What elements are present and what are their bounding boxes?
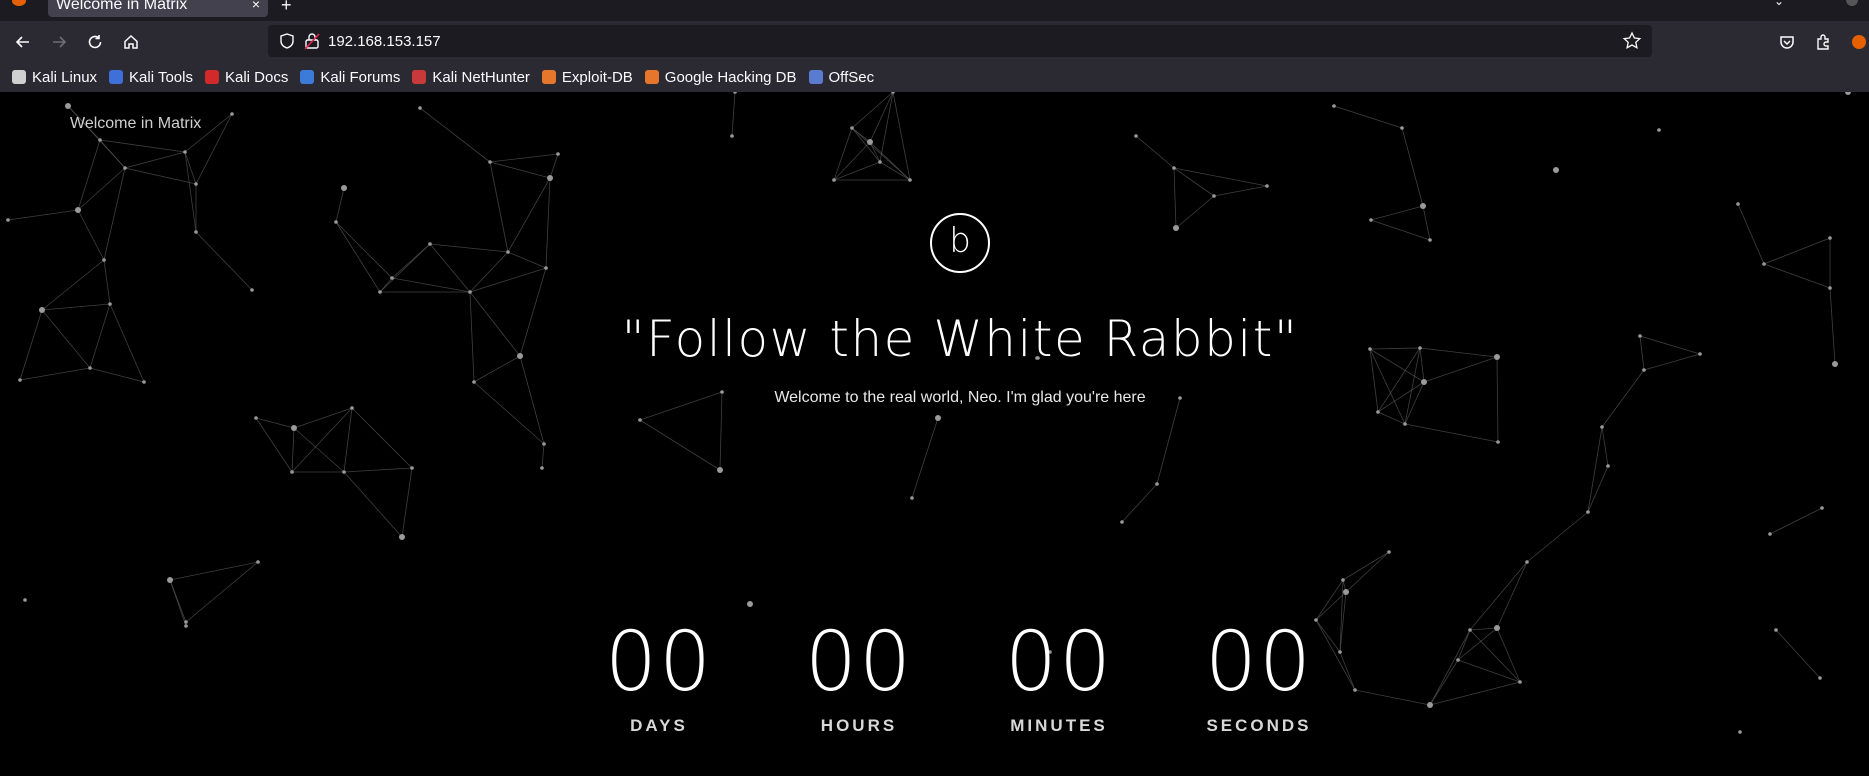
forward-arrow-icon xyxy=(53,36,67,48)
tab-close-icon[interactable]: × xyxy=(252,0,260,12)
countdown-minutes-value: 00 xyxy=(1004,615,1114,710)
countdown-hours-label: HOURS xyxy=(820,716,898,735)
url-text[interactable]: 192.168.153.157 xyxy=(328,33,441,50)
tab-title: Welcome in Matrix xyxy=(56,0,188,13)
new-tab-button[interactable]: + xyxy=(281,0,292,16)
countdown-days-label: DAYS xyxy=(630,716,688,735)
countdown-days-value: 00 xyxy=(604,615,714,710)
reload-icon xyxy=(88,35,102,49)
bookmark-label: Google Hacking DB xyxy=(664,68,797,86)
extensions-button[interactable] xyxy=(1810,29,1836,55)
bookmark-item[interactable]: Kali NetHunter xyxy=(412,69,530,86)
bookmark-item[interactable]: Kali Docs xyxy=(204,68,289,86)
firefox-icon[interactable] xyxy=(12,0,26,6)
chevron-down-icon[interactable]: ⌄ xyxy=(1774,0,1784,8)
bookmark-label: Kali Docs xyxy=(224,68,289,86)
bookmark-item[interactable]: Kali Tools xyxy=(109,69,193,86)
countdown-seconds-label: SECONDS xyxy=(1206,716,1312,735)
forward-button[interactable] xyxy=(46,29,72,55)
bookmark-star-icon[interactable] xyxy=(1622,31,1642,51)
home-icon xyxy=(124,34,138,49)
countdown-minutes: 00 MINUTES xyxy=(989,622,1129,736)
kali-dragon-icon xyxy=(12,70,26,84)
kali-docs-icon xyxy=(204,70,219,84)
kali-nethunter-icon xyxy=(412,70,427,84)
page-headline: "Follow the White Rabbit" xyxy=(621,310,1299,368)
back-button[interactable] xyxy=(10,29,36,55)
page-subtext: Welcome to the real world, Neo. I'm glad… xyxy=(774,389,1146,406)
navigation-toolbar: 192.168.153.157 xyxy=(0,21,1869,62)
bookmark-label: Kali Linux xyxy=(32,68,98,86)
bookmark-label: Kali Forums xyxy=(320,68,401,86)
countdown-seconds: 00 SECONDS xyxy=(1189,622,1329,736)
logo-circle: b xyxy=(930,213,990,273)
bookmark-item[interactable]: Kali Forums xyxy=(300,69,400,86)
particle-network-background xyxy=(6,92,1851,734)
countdown-hours-value: 00 xyxy=(804,615,914,710)
back-arrow-icon xyxy=(15,36,29,48)
address-bar[interactable]: 192.168.153.157 xyxy=(268,25,1652,57)
countdown-minutes-label: MINUTES xyxy=(1010,716,1108,735)
home-button[interactable] xyxy=(118,29,144,55)
tab-active[interactable]: Welcome in Matrix × xyxy=(48,0,268,17)
insecure-lock-icon[interactable] xyxy=(304,32,320,50)
bookmark-label: Kali Tools xyxy=(129,68,193,86)
bookmark-label: Exploit-DB xyxy=(561,68,633,86)
exploit-db-icon xyxy=(541,70,556,84)
kali-forums-icon xyxy=(300,70,315,84)
pocket-icon xyxy=(1780,36,1794,49)
pocket-button[interactable] xyxy=(1774,29,1800,55)
reload-button[interactable] xyxy=(82,29,108,55)
bookmark-label: OffSec xyxy=(828,68,875,86)
tab-strip: Welcome in Matrix × + ⌄ xyxy=(0,0,1869,21)
bookmarks-toolbar: Kali Linux Kali Tools Kali Docs Kali Forums… xyxy=(0,62,1869,92)
site-name: Welcome in Matrix xyxy=(70,115,202,132)
menu-button[interactable] xyxy=(1848,29,1869,55)
kali-tools-icon xyxy=(109,70,124,84)
countdown-hours: 00 HOURS xyxy=(789,622,929,736)
bookmark-item[interactable]: Google Hacking DB xyxy=(644,68,797,86)
bookmark-item[interactable]: Kali Linux xyxy=(12,69,97,86)
bookmark-item[interactable]: Exploit-DB xyxy=(541,68,633,86)
tracking-shield-icon[interactable] xyxy=(278,32,296,50)
logo-letter: b xyxy=(949,221,971,261)
bookmark-label: Kali NetHunter xyxy=(432,68,530,86)
offsec-icon xyxy=(808,70,823,84)
bookmark-item[interactable]: OffSec xyxy=(808,68,875,86)
web-page: Welcome in Matrix b "Follow the White Ra… xyxy=(0,92,1869,776)
window-control-icon[interactable] xyxy=(1846,0,1858,6)
ghdb-icon xyxy=(644,70,659,84)
countdown-seconds-value: 00 xyxy=(1204,615,1314,710)
puzzle-icon xyxy=(1817,34,1829,50)
countdown-days: 00 DAYS xyxy=(589,622,729,736)
fox-extension-icon xyxy=(1851,35,1866,49)
